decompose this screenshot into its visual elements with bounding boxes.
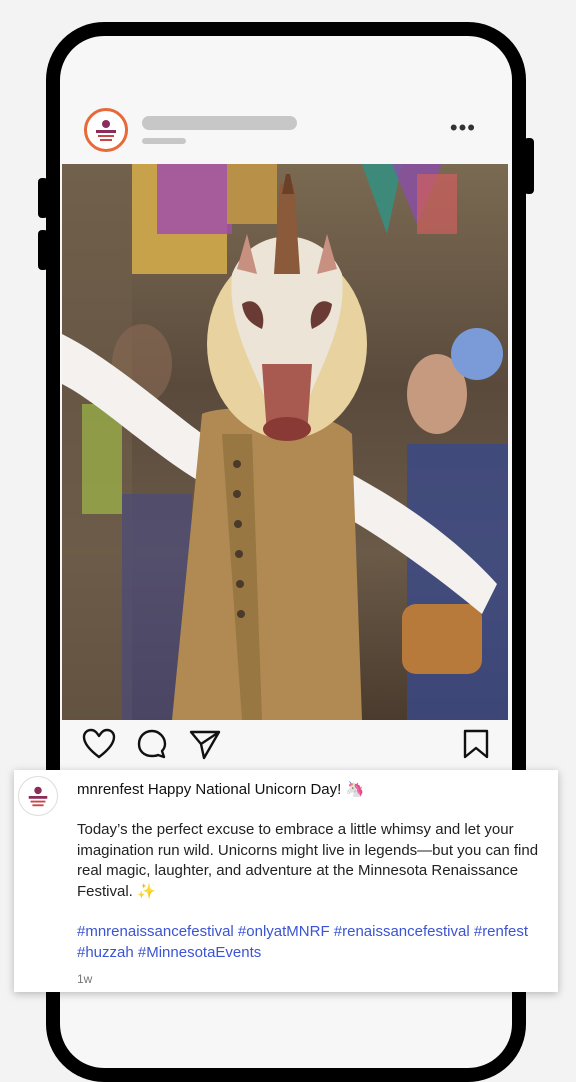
phone-volume-up (38, 178, 48, 218)
caption-username[interactable]: mnrenfest (77, 781, 144, 798)
post-header: ••• (62, 98, 510, 164)
username-placeholder (142, 116, 297, 130)
more-options-icon[interactable]: ••• (450, 117, 476, 139)
bookmark-icon[interactable] (462, 728, 490, 760)
share-icon[interactable] (188, 728, 222, 760)
caption-body: Today’s the perfect excuse to embrace a … (77, 821, 539, 900)
post-timestamp: 1w (77, 972, 93, 986)
caption-headline: Happy National Unicorn Day! 🦄 (147, 781, 365, 798)
unicorn-performer-image (62, 164, 508, 720)
caption-header: mnrenfest Happy National Unicorn Day! 🦄 (77, 780, 547, 800)
post-actions (62, 722, 508, 768)
comment-icon[interactable] (136, 728, 168, 760)
festival-logo-icon (96, 120, 116, 141)
phone-power-button (524, 138, 534, 194)
post-photo[interactable] (62, 164, 508, 720)
heart-icon[interactable] (82, 728, 116, 760)
profile-avatar[interactable] (84, 108, 128, 152)
phone-volume-down (38, 230, 48, 270)
caption-hashtags[interactable]: #mnrenaissancefestival #onlyatMNRF #rena… (77, 922, 547, 963)
location-placeholder (142, 138, 186, 144)
